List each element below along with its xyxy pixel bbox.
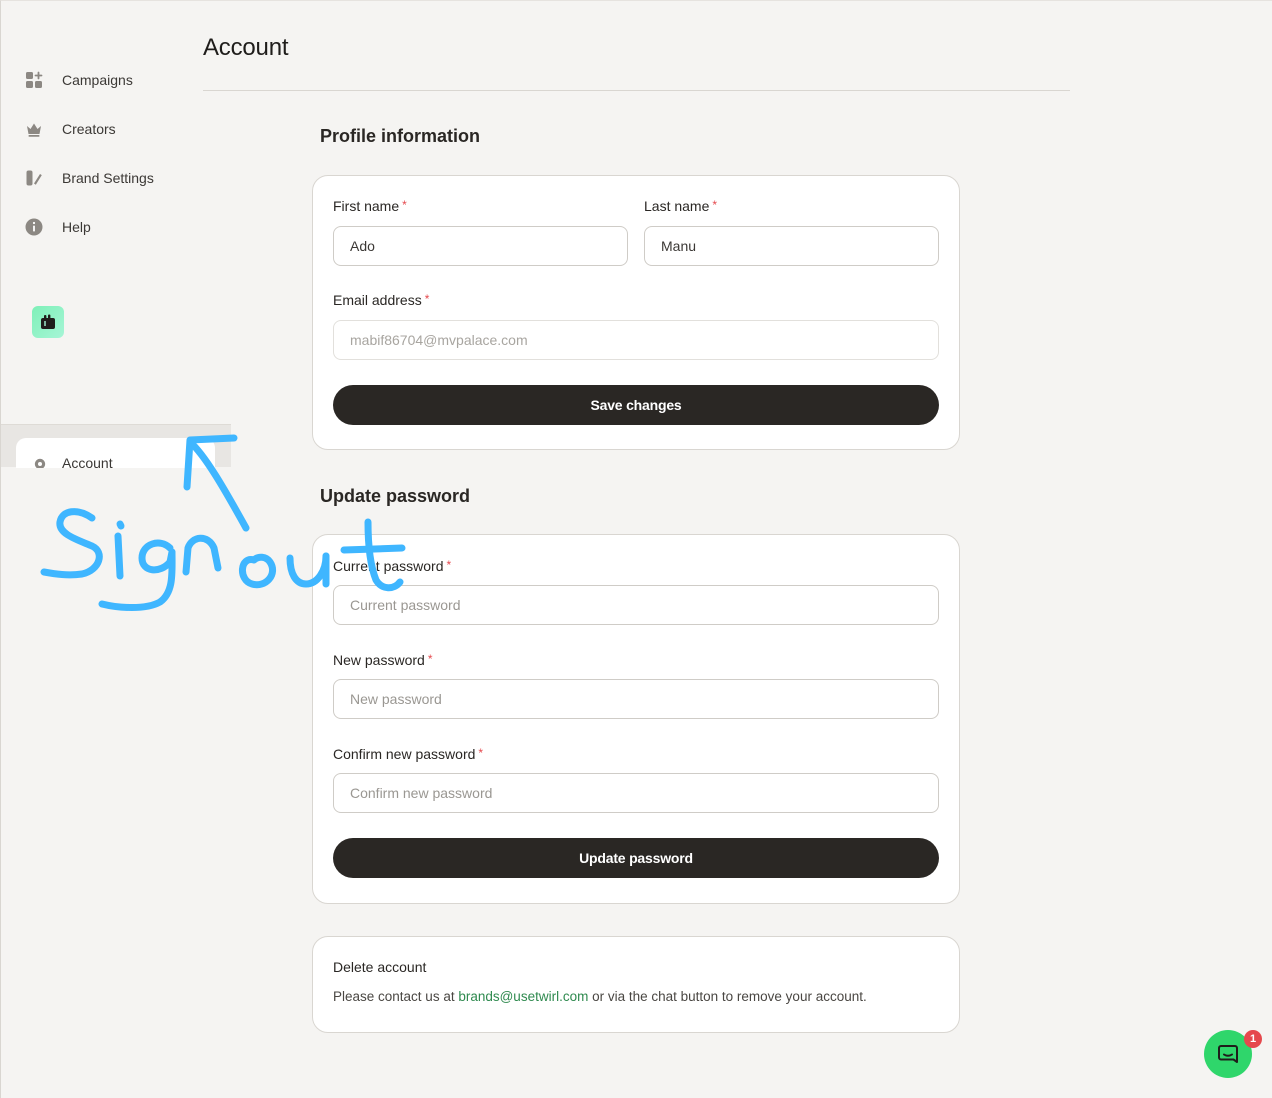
sidebar-item-help[interactable]: Help (24, 215, 91, 239)
brand-logo[interactable] (32, 306, 64, 338)
sidebar: Campaigns Creators Brand Settings Help A… (0, 0, 232, 1098)
required-mark: * (427, 652, 433, 666)
last-name-input[interactable] (644, 226, 939, 266)
sidebar-item-campaigns[interactable]: Campaigns (24, 68, 133, 92)
delete-account-card: Delete account Please contact us at bran… (312, 936, 960, 1033)
required-mark: * (424, 292, 430, 306)
first-name-input[interactable] (333, 226, 628, 266)
crown-icon (27, 123, 41, 137)
required-mark: * (446, 558, 452, 572)
password-section-title: Update password (320, 486, 471, 506)
sidebar-item-label: Campaigns (62, 72, 133, 88)
current-password-input[interactable] (333, 585, 939, 625)
new-password-label-text: New password (333, 652, 425, 668)
confirm-password-input[interactable] (333, 773, 939, 813)
sidebar-item-label: Help (62, 219, 91, 235)
gear-icon (34, 458, 46, 468)
save-changes-button[interactable]: Save changes (333, 385, 939, 425)
confirm-password-label-text: Confirm new password (333, 746, 476, 762)
chat-notification-badge: 1 (1244, 1030, 1262, 1048)
password-card: Current password * New password * Confirm … (312, 534, 960, 904)
title-divider (203, 90, 1070, 91)
chat-icon (1218, 1045, 1238, 1063)
delete-text-after: or via the chat button to remove your ac… (588, 989, 867, 1004)
info-icon (25, 218, 43, 236)
required-mark: * (402, 198, 407, 212)
sidebar-item-creators[interactable]: Creators (24, 117, 116, 141)
first-name-label-text: First name (333, 198, 400, 214)
new-password-input[interactable] (333, 679, 939, 719)
sidebar-item-account[interactable]: Account (16, 438, 215, 468)
page-title: Account (203, 34, 289, 61)
new-password-label: New password * (333, 652, 433, 668)
delete-account-text: Please contact us at brands@usetwirl.com… (333, 989, 867, 1004)
email-label: Email address * (333, 292, 429, 308)
sidebar-item-label: Account (62, 455, 113, 468)
last-name-label: Last name * (644, 198, 717, 214)
grid-plus-icon (26, 71, 43, 88)
sidebar-item-label: Creators (62, 121, 116, 137)
update-password-button[interactable]: Update password (333, 838, 939, 878)
support-email-link[interactable]: brands@usetwirl.com (458, 989, 588, 1004)
required-mark: * (478, 746, 484, 760)
email-field[interactable] (333, 320, 939, 360)
first-name-label: First name * (333, 198, 407, 214)
current-password-label-text: Current password (333, 558, 444, 574)
brand-logo-icon (41, 314, 55, 329)
profile-card: First name* Last name* Email address* Sa… (312, 175, 960, 450)
last-name-label-text: Last name (644, 198, 710, 214)
sidebar-item-brand-settings[interactable]: Brand Settings (24, 166, 154, 190)
palette-icon (26, 170, 42, 186)
confirm-password-label: Confirm new password * (333, 746, 483, 762)
delete-text-before: Please contact us at (333, 989, 459, 1004)
sidebar-item-label: Brand Settings (62, 170, 154, 186)
email-label-text: Email address (333, 292, 422, 308)
delete-account-title: Delete account (333, 959, 427, 975)
required-mark: * (712, 198, 718, 212)
current-password-label: Current password * (333, 558, 451, 574)
profile-section-title: Profile information (320, 126, 481, 146)
sidebar-account-panel: Account (0, 424, 231, 468)
